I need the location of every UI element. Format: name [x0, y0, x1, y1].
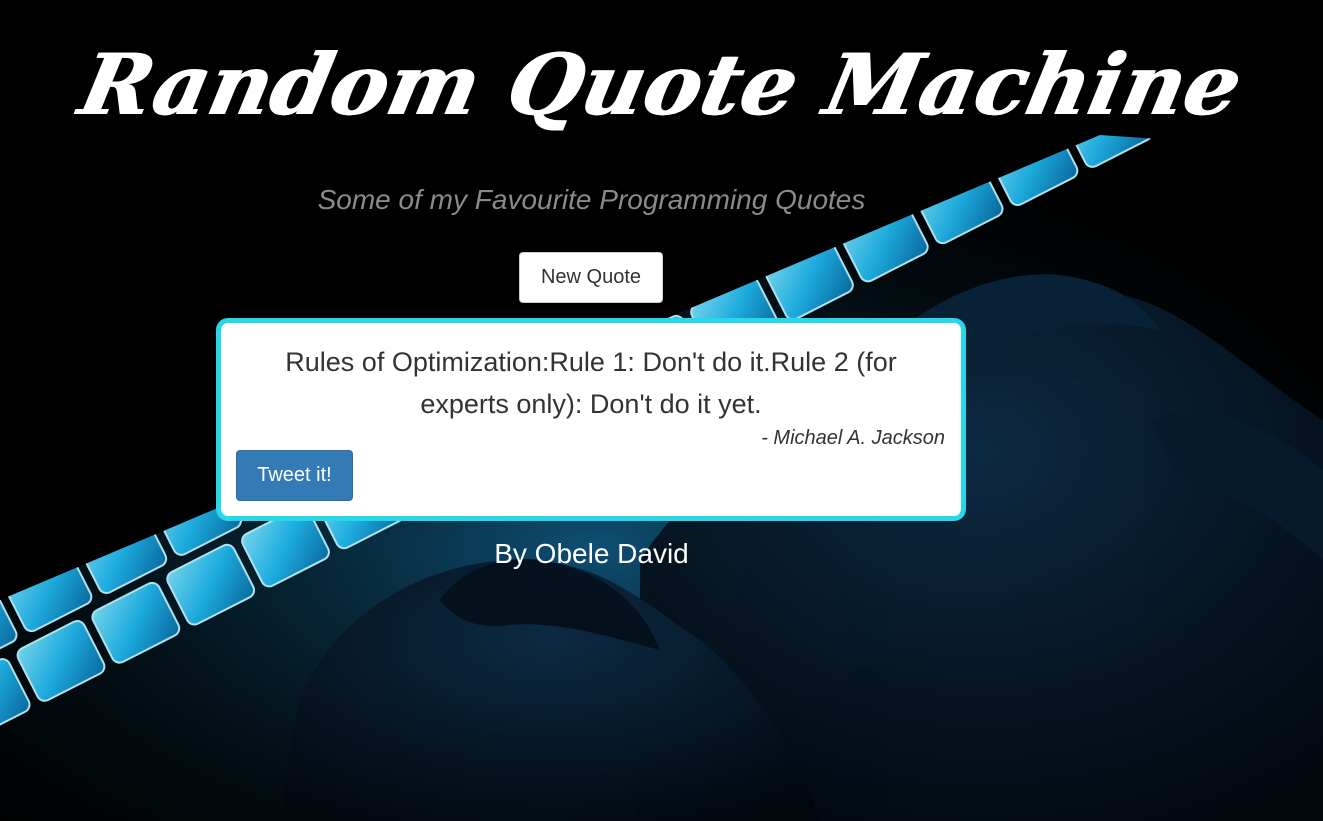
page-subtitle: Some of my Favourite Programming Quotes [317, 184, 866, 215]
quote-author: - Michael A. Jackson [761, 427, 945, 449]
author-credit: By Obele David [494, 538, 689, 569]
new-quote-button[interactable]: New Quote [519, 252, 663, 303]
quote-text: Rules of Optimization:Rule 1: Don't do i… [285, 347, 897, 419]
tweet-button[interactable]: Tweet it! [236, 450, 353, 501]
page-title: Random Quote Machine [71, 35, 1251, 134]
page: Random Quote Machine Some of my Favourit… [0, 0, 1323, 821]
quote-card: Rules of Optimization:Rule 1: Don't do i… [216, 318, 966, 521]
